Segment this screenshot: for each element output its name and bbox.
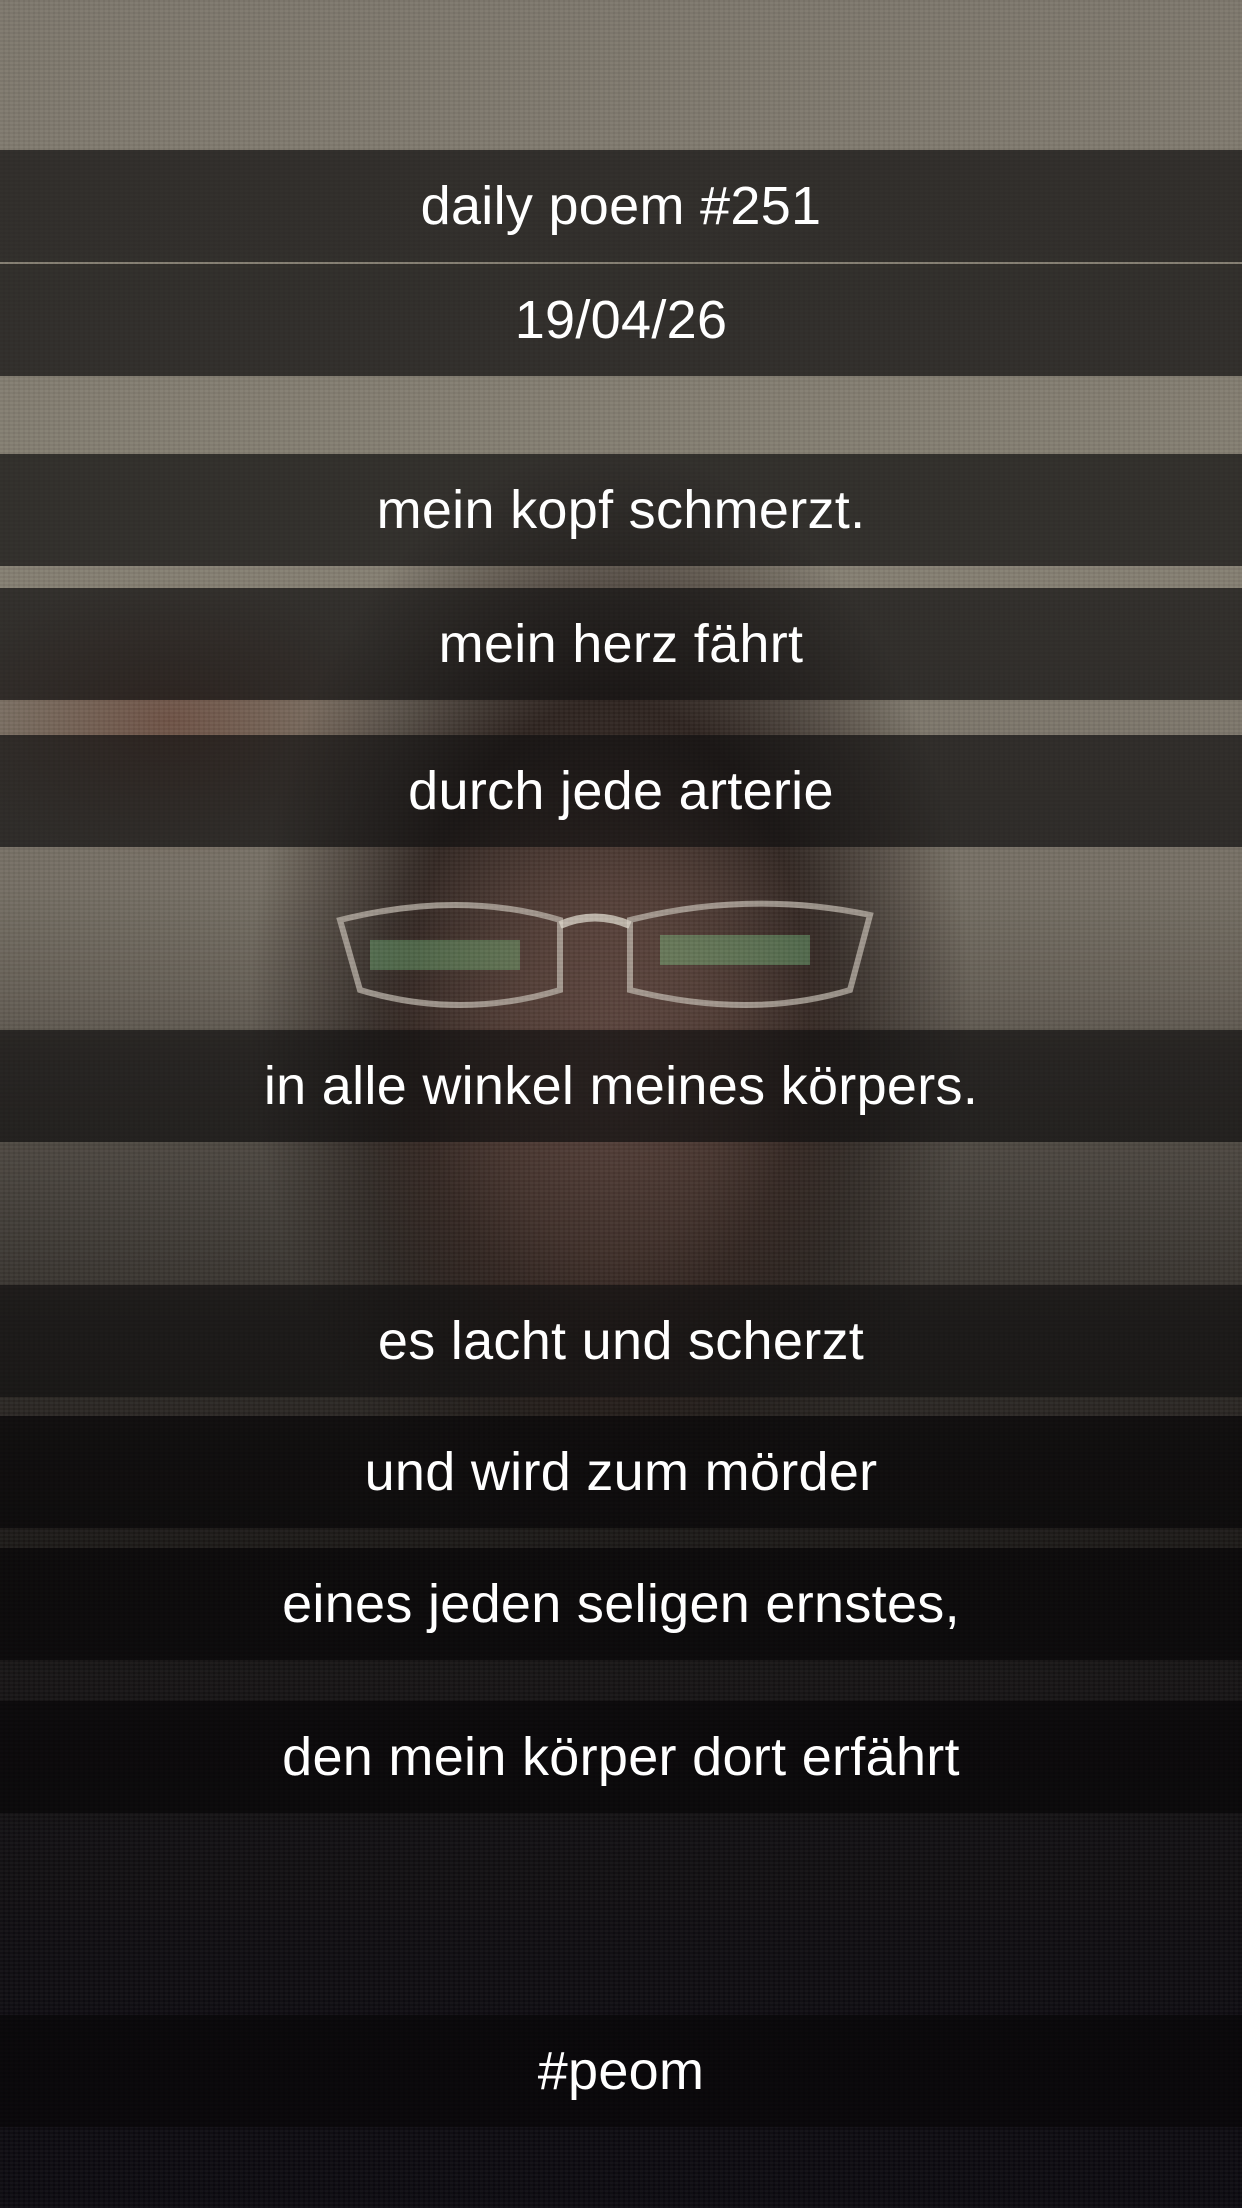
poem-line: mein herz fährt [0,588,1242,700]
poem-date: 19/04/26 [0,264,1242,376]
poem-line: es lacht und scherzt [0,1285,1242,1397]
story-canvas: daily poem #251 19/04/26 mein kopf schme… [0,0,1242,2208]
poem-line: mein kopf schmerzt. [0,454,1242,566]
hashtag: #peom [0,2015,1242,2127]
poem-line: und wird zum mörder [0,1416,1242,1528]
poem-line: den mein körper dort erfährt [0,1701,1242,1813]
poem-title: daily poem #251 [0,150,1242,262]
poem-line: durch jede arterie [0,735,1242,847]
poem-line: eines jeden seligen ernstes, [0,1548,1242,1660]
poem-line: in alle winkel meines körpers. [0,1030,1242,1142]
